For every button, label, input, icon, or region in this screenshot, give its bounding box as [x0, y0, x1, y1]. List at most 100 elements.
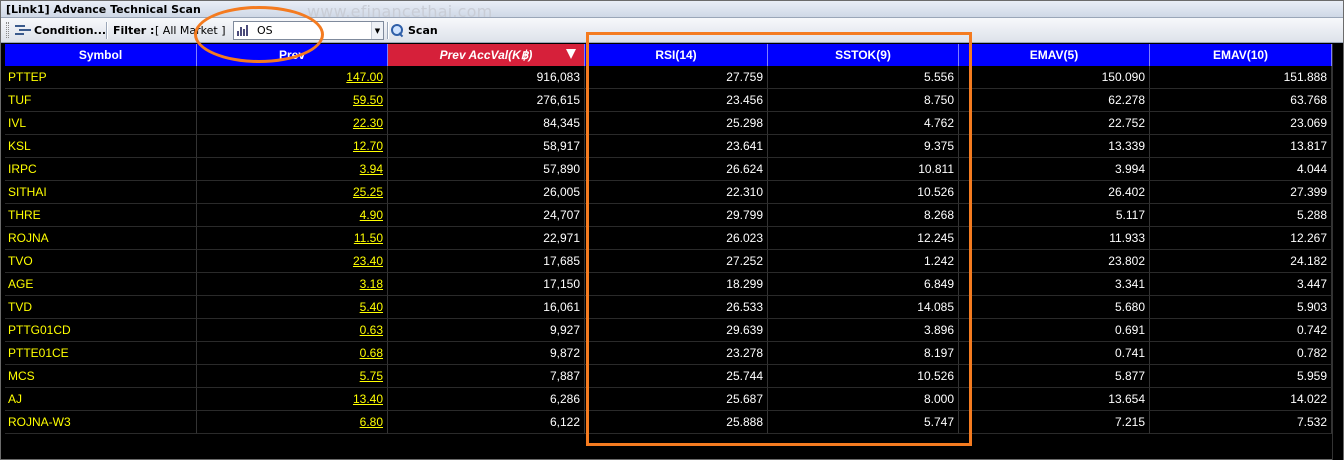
cell-emav10: 24.182 — [1150, 250, 1332, 273]
cell-prev[interactable]: 147.00 — [197, 66, 388, 89]
cell-prev[interactable]: 3.18 — [197, 273, 388, 296]
column-header-emav5[interactable]: EMAV(5) — [959, 44, 1150, 66]
prev-price-link[interactable]: 0.63 — [360, 323, 383, 337]
prev-price-link[interactable]: 5.75 — [360, 369, 383, 383]
prev-price-link[interactable]: 22.30 — [353, 116, 383, 130]
table-row[interactable]: TUF 59.50 276,615 23.456 8.750 62.278 63.768 — [5, 89, 1332, 112]
cell-symbol[interactable]: TVD — [5, 296, 197, 319]
column-header-prev[interactable]: Prev — [197, 44, 388, 66]
cell-sstok: 10.526 — [768, 181, 959, 204]
cell-emav10: 4.044 — [1150, 158, 1332, 181]
cell-rsi: 18.299 — [585, 273, 768, 296]
column-header-prev-accval[interactable]: Prev AccVal(K฿) — [388, 44, 585, 66]
table-row[interactable]: ROJNA-W3 6.80 6,122 25.888 5.747 7.215 7.532 — [5, 411, 1332, 434]
cell-prev[interactable]: 25.25 — [197, 181, 388, 204]
column-header-sstok[interactable]: SSTOK(9) — [768, 44, 959, 66]
toolbar: Condition... Filter : [ All Market ] OS … — [1, 18, 1343, 43]
filter-market-value[interactable]: [ All Market ] — [155, 24, 226, 37]
chevron-down-icon[interactable]: ▼ — [371, 22, 383, 39]
cell-symbol[interactable]: TUF — [5, 89, 197, 112]
cell-prev[interactable]: 3.94 — [197, 158, 388, 181]
cell-sstok: 5.747 — [768, 411, 959, 434]
toolbar-grip[interactable] — [6, 22, 9, 38]
prev-price-link[interactable]: 6.80 — [360, 415, 383, 429]
prev-price-link[interactable]: 11.50 — [354, 231, 383, 245]
table-row[interactable]: ROJNA 11.50 22,971 26.023 12.245 11.933 12.267 — [5, 227, 1332, 250]
cell-prev[interactable]: 5.75 — [197, 365, 388, 388]
prev-price-link[interactable]: 3.18 — [360, 277, 383, 291]
table-row[interactable]: TVO 23.40 17,685 27.252 1.242 23.802 24.182 — [5, 250, 1332, 273]
cell-symbol[interactable]: PTTG01CD — [5, 319, 197, 342]
prev-price-link[interactable]: 5.40 — [360, 300, 383, 314]
prev-price-link[interactable]: 3.94 — [360, 162, 383, 176]
cell-sstok: 6.849 — [768, 273, 959, 296]
cell-emav10: 151.888 — [1150, 66, 1332, 89]
condition-label: Condition... — [34, 24, 107, 37]
cell-emav5: 5.117 — [959, 204, 1150, 227]
cell-symbol[interactable]: SITHAI — [5, 181, 197, 204]
column-header-symbol[interactable]: Symbol — [5, 44, 197, 66]
table-row[interactable]: KSL 12.70 58,917 23.641 9.375 13.339 13.817 — [5, 135, 1332, 158]
prev-price-link[interactable]: 12.70 — [353, 139, 383, 153]
prev-price-link[interactable]: 59.50 — [353, 93, 383, 107]
cell-sstok: 8.268 — [768, 204, 959, 227]
table-row[interactable]: PTTEP 147.00 916,083 27.759 5.556 150.090 151.… — [5, 66, 1332, 89]
table-row[interactable]: THRE 4.90 24,707 29.799 8.268 5.117 5.288 — [5, 204, 1332, 227]
cell-symbol[interactable]: IVL — [5, 112, 197, 135]
table-row[interactable]: IRPC 3.94 57,890 26.624 10.811 3.994 4.044 — [5, 158, 1332, 181]
prev-price-link[interactable]: 147.00 — [346, 70, 383, 84]
cell-symbol[interactable]: IRPC — [5, 158, 197, 181]
column-header-emav10[interactable]: EMAV(10) — [1150, 44, 1332, 66]
cell-symbol[interactable]: THRE — [5, 204, 197, 227]
cell-symbol[interactable]: KSL — [5, 135, 197, 158]
cell-prev[interactable]: 23.40 — [197, 250, 388, 273]
prev-price-link[interactable]: 25.25 — [353, 185, 383, 199]
cell-prev[interactable]: 0.63 — [197, 319, 388, 342]
table-header: Symbol Prev Prev AccVal(K฿) RSI(14) SSTO… — [5, 44, 1332, 66]
cell-prev[interactable]: 12.70 — [197, 135, 388, 158]
cell-emav10: 12.267 — [1150, 227, 1332, 250]
table-row[interactable]: AGE 3.18 17,150 18.299 6.849 3.341 3.447 — [5, 273, 1332, 296]
cell-prev-accval: 17,685 — [388, 250, 585, 273]
cell-prev[interactable]: 0.68 — [197, 342, 388, 365]
prev-price-link[interactable]: 0.68 — [360, 346, 383, 360]
cell-sstok: 4.762 — [768, 112, 959, 135]
table-row[interactable]: SITHAI 25.25 26,005 22.310 10.526 26.402 27.39… — [5, 181, 1332, 204]
cell-prev[interactable]: 4.90 — [197, 204, 388, 227]
condition-button[interactable]: Condition... — [15, 21, 106, 40]
cell-prev[interactable]: 5.40 — [197, 296, 388, 319]
table-row[interactable]: PTTE01CE 0.68 9,872 23.278 8.197 0.741 0.782 — [5, 342, 1332, 365]
cell-emav10: 0.742 — [1150, 319, 1332, 342]
cell-symbol[interactable]: TVO — [5, 250, 197, 273]
scan-button[interactable]: Scan — [391, 21, 438, 40]
prev-price-link[interactable]: 13.40 — [353, 392, 383, 406]
cell-emav5: 0.691 — [959, 319, 1150, 342]
prev-price-link[interactable]: 23.40 — [353, 254, 383, 268]
cell-symbol[interactable]: PTTE01CE — [5, 342, 197, 365]
cell-emav10: 0.782 — [1150, 342, 1332, 365]
cell-prev-accval: 22,971 — [388, 227, 585, 250]
cell-prev[interactable]: 22.30 — [197, 112, 388, 135]
table-row[interactable]: IVL 22.30 84,345 25.298 4.762 22.752 23.069 — [5, 112, 1332, 135]
table-row[interactable]: PTTG01CD 0.63 9,927 29.639 3.896 0.691 0.742 — [5, 319, 1332, 342]
cell-prev[interactable]: 11.50 — [197, 227, 388, 250]
cell-symbol[interactable]: PTTEP — [5, 66, 197, 89]
cell-symbol[interactable]: ROJNA-W3 — [5, 411, 197, 434]
table-row[interactable]: AJ 13.40 6,286 25.687 8.000 13.654 14.022 — [5, 388, 1332, 411]
cell-symbol[interactable]: MCS — [5, 365, 197, 388]
cell-prev-accval: 276,615 — [388, 89, 585, 112]
cell-prev[interactable]: 59.50 — [197, 89, 388, 112]
cell-prev-accval: 26,005 — [388, 181, 585, 204]
column-header-rsi[interactable]: RSI(14) — [585, 44, 768, 66]
cell-prev[interactable]: 6.80 — [197, 411, 388, 434]
cell-symbol[interactable]: AJ — [5, 388, 197, 411]
filter-label: Filter : — [113, 24, 155, 37]
cell-prev[interactable]: 13.40 — [197, 388, 388, 411]
table-row[interactable]: TVD 5.40 16,061 26.533 14.085 5.680 5.903 — [5, 296, 1332, 319]
table-row[interactable]: MCS 5.75 7,887 25.744 10.526 5.877 5.959 — [5, 365, 1332, 388]
vertical-scrollbar[interactable] — [1332, 44, 1343, 460]
scan-type-select[interactable]: OS ▼ — [233, 21, 384, 40]
cell-symbol[interactable]: ROJNA — [5, 227, 197, 250]
prev-price-link[interactable]: 4.90 — [360, 208, 383, 222]
cell-symbol[interactable]: AGE — [5, 273, 197, 296]
